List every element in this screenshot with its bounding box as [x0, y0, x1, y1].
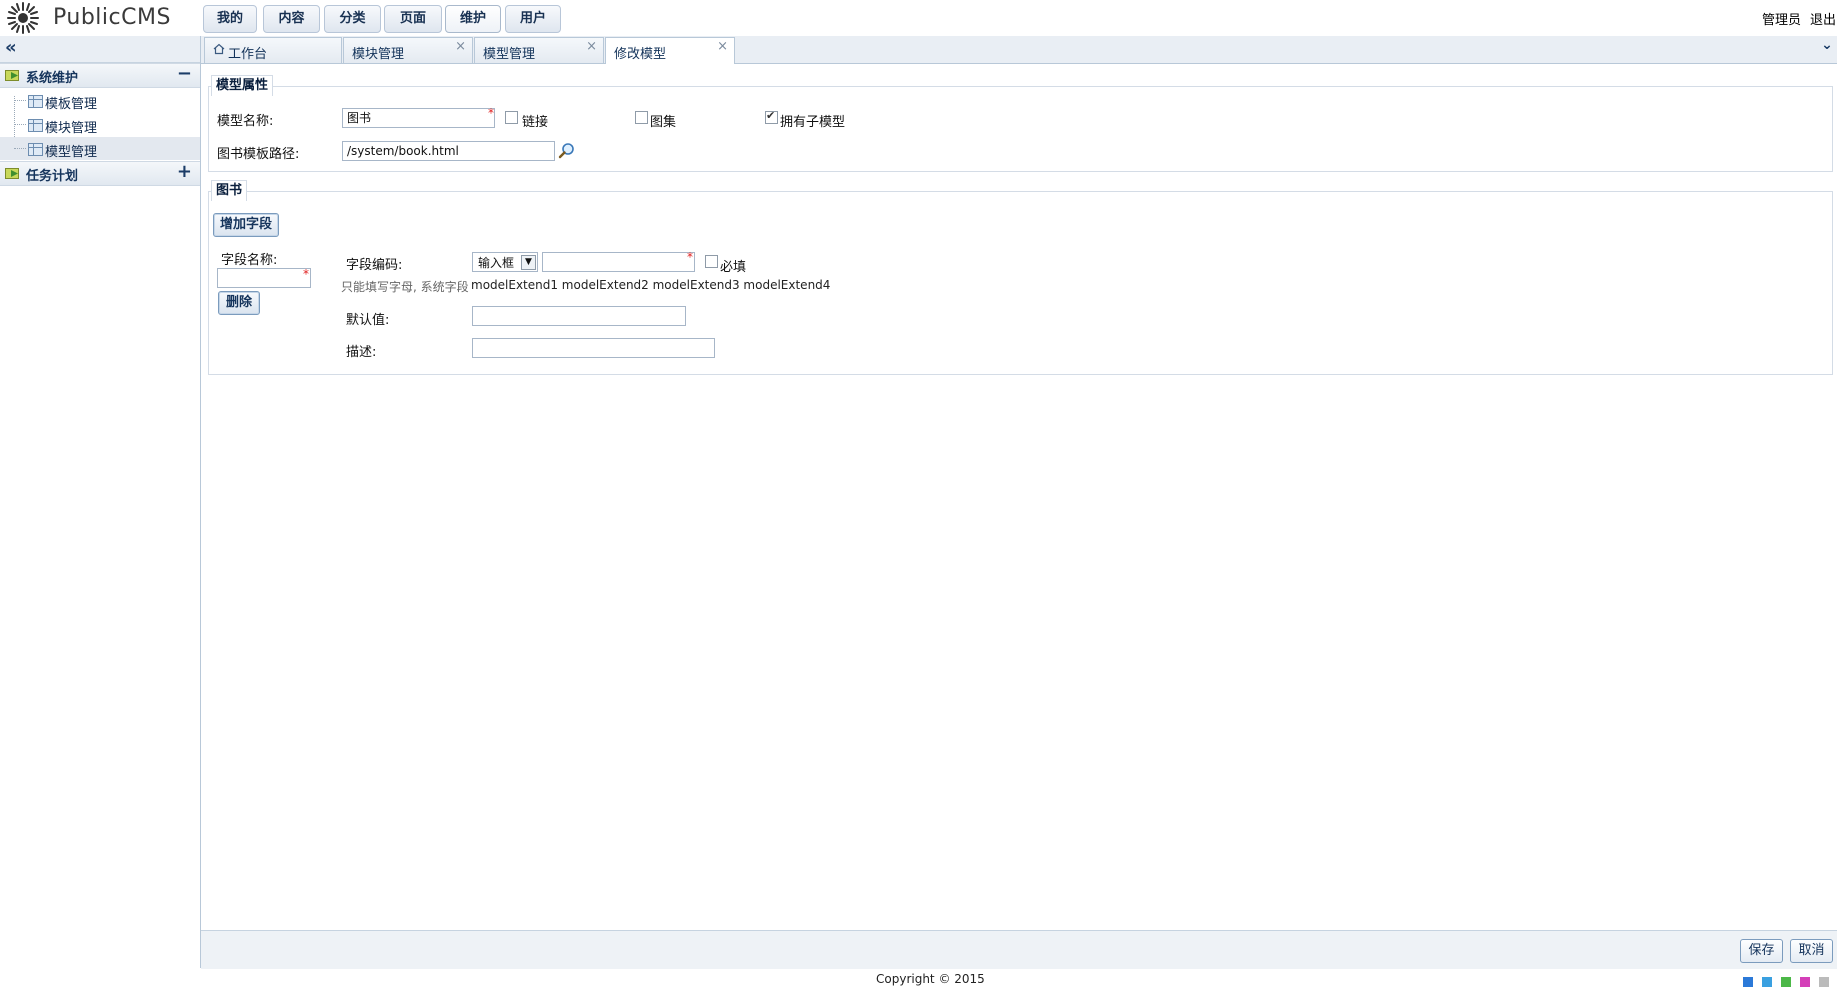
required-marker: *: [303, 267, 309, 281]
close-icon[interactable]: ×: [586, 39, 597, 54]
save-button[interactable]: 保存: [1740, 939, 1783, 963]
sidebar-item-label: 模型管理: [45, 145, 98, 160]
tab-label: 模块管理: [352, 47, 405, 62]
has-child-model-checkbox[interactable]: [765, 109, 778, 124]
cancel-button[interactable]: 取消: [1790, 939, 1833, 963]
required-checkbox[interactable]: [705, 255, 718, 268]
required-marker: *: [488, 106, 494, 120]
tab-modules[interactable]: 模块管理 ×: [343, 37, 473, 63]
folder-arrow-icon: [5, 70, 19, 81]
field-code-label: 字段编码:: [346, 258, 403, 273]
input-type-select[interactable]: 输入框 ▼: [472, 252, 538, 272]
nav-page[interactable]: 页面: [384, 5, 442, 33]
home-icon: [213, 43, 225, 55]
system-fields-hint: modelExtend1 modelExtend2 modelExtend3 m…: [471, 278, 831, 292]
sidebar-group-system[interactable]: 系统维护 −: [0, 63, 200, 88]
tab-label: 工作台: [228, 47, 268, 62]
theme-green-swatch[interactable]: [1781, 977, 1791, 987]
close-icon[interactable]: ×: [717, 39, 728, 54]
chevron-down-icon: ▼: [521, 255, 536, 270]
table-icon: [28, 119, 43, 132]
sidebar-item-templates[interactable]: 模板管理: [0, 89, 200, 112]
template-path-label: 图书模板路径:: [217, 147, 300, 162]
template-path-input[interactable]: [342, 141, 555, 161]
input-type-value: 输入框: [478, 256, 515, 270]
section-legend: 图书: [211, 180, 248, 201]
required-marker: *: [687, 250, 693, 264]
expand-plus-icon[interactable]: +: [177, 161, 192, 182]
app-logo-text: PublicCMS: [53, 5, 171, 30]
close-icon[interactable]: ×: [455, 39, 466, 54]
sidebar-group-label: 系统维护: [26, 71, 79, 86]
required-label: 必填: [720, 260, 747, 275]
field-name-input[interactable]: [217, 268, 311, 288]
has-link-checkbox[interactable]: [505, 111, 518, 124]
tab-label: 模型管理: [483, 47, 536, 62]
default-value-label: 默认值:: [346, 313, 390, 328]
sidebar-group-label: 任务计划: [26, 169, 79, 184]
double-chevron-left-icon[interactable]: «: [5, 37, 17, 58]
sidebar-toggle-bar: [0, 36, 200, 63]
magnifier-icon[interactable]: [558, 142, 575, 159]
logo-icon: [7, 2, 39, 34]
model-name-input[interactable]: [342, 108, 495, 128]
sidebar-item-modules[interactable]: 模块管理: [0, 113, 200, 136]
theme-blue-swatch[interactable]: [1743, 977, 1753, 987]
theme-lightblue-swatch[interactable]: [1762, 977, 1772, 987]
field-name-label: 字段名称:: [221, 253, 278, 268]
tab-label: 修改模型: [614, 47, 667, 62]
description-input[interactable]: [472, 338, 715, 358]
add-field-button[interactable]: 增加字段: [213, 213, 279, 237]
description-label: 描述:: [346, 345, 377, 360]
has-images-checkbox[interactable]: [635, 111, 648, 124]
table-icon: [28, 143, 43, 156]
tab-list-chevron-icon[interactable]: ⌄: [1819, 37, 1835, 59]
nav-category[interactable]: 分类: [324, 5, 381, 33]
sidebar-group-tasks[interactable]: 任务计划 +: [0, 161, 200, 186]
nav-my[interactable]: 我的: [203, 5, 257, 33]
logout-link[interactable]: 退出: [1810, 9, 1836, 28]
sidebar-item-label: 模板管理: [45, 97, 98, 112]
section-legend: 模型属性: [211, 75, 274, 96]
folder-arrow-icon: [5, 168, 19, 179]
delete-field-button[interactable]: 删除: [218, 291, 260, 315]
nav-user[interactable]: 用户: [505, 5, 561, 33]
copyright-text: Copyright © 2015: [876, 972, 985, 986]
theme-gray-swatch[interactable]: [1819, 977, 1829, 987]
form-action-bar: [201, 930, 1837, 969]
field-code-hint: 只能填写字母, 系统字段: [341, 280, 469, 294]
has-link-label: 链接: [522, 115, 549, 130]
tab-edit-model[interactable]: 修改模型 ×: [605, 37, 735, 64]
default-value-input[interactable]: [472, 306, 686, 326]
table-icon: [28, 95, 43, 108]
has-images-label: 图集: [650, 115, 677, 130]
sidebar-item-label: 模块管理: [45, 121, 98, 136]
current-user[interactable]: 管理员: [1762, 9, 1801, 28]
sidebar-item-models[interactable]: 模型管理: [0, 137, 200, 160]
model-name-label: 模型名称:: [217, 114, 274, 129]
nav-content[interactable]: 内容: [263, 5, 320, 33]
field-code-input[interactable]: [542, 252, 695, 272]
theme-purple-swatch[interactable]: [1800, 977, 1810, 987]
has-child-model-label: 拥有子模型: [780, 115, 846, 130]
tab-dashboard[interactable]: 工作台: [204, 37, 342, 63]
collapse-minus-icon[interactable]: −: [177, 63, 192, 84]
nav-maintenance[interactable]: 维护: [445, 5, 501, 33]
tab-models[interactable]: 模型管理 ×: [474, 37, 604, 63]
